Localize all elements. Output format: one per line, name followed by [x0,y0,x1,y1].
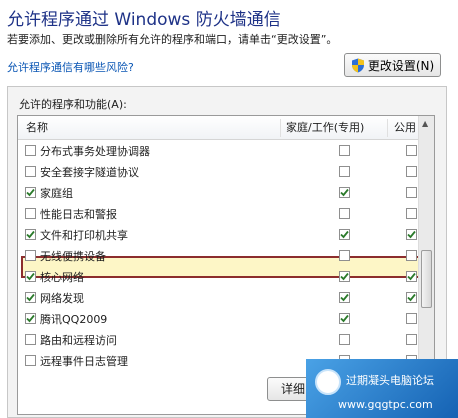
public-checkbox[interactable] [406,229,417,240]
program-enable-checkbox[interactable] [25,250,36,261]
program-name: 文件和打印机共享 [40,229,128,242]
home-work-checkbox[interactable] [339,145,350,156]
program-enable-checkbox[interactable] [25,313,36,324]
program-name: 腾讯QQ2009 [40,313,108,326]
list-item[interactable]: 性能日志和警报 [18,203,420,224]
program-name: 分布式事务处理协调器 [40,145,150,158]
list-item[interactable]: 网络发现 [18,287,420,308]
public-checkbox[interactable] [406,271,417,282]
program-enable-checkbox[interactable] [25,229,36,240]
program-name: 家庭组 [40,187,73,200]
uac-shield-icon [351,58,365,73]
watermark-url: www.gqgtpc.com [338,398,433,411]
watermark-logo-icon [315,369,341,395]
home-work-checkbox[interactable] [339,250,350,261]
scroll-up-arrow-icon[interactable]: ▲ [422,119,428,128]
list-item[interactable]: 路由和远程访问 [18,329,420,350]
program-enable-checkbox[interactable] [25,145,36,156]
page-title: 允许程序通过 Windows 防火墙通信 [7,10,281,30]
home-work-checkbox[interactable] [339,271,350,282]
program-name: 路由和远程访问 [40,334,117,347]
home-work-checkbox[interactable] [339,187,350,198]
list-item[interactable]: 核心网络 [18,266,420,287]
public-checkbox[interactable] [406,250,417,261]
home-work-checkbox[interactable] [339,313,350,324]
program-name: 性能日志和警报 [40,208,117,221]
program-name: 核心网络 [40,271,84,284]
public-checkbox[interactable] [406,187,417,198]
instructions-text: 若要添加、更改或删除所有允许的程序和端口，请单击“更改设置”。 [7,33,338,46]
public-checkbox[interactable] [406,166,417,177]
scrollbar-thumb[interactable] [421,250,432,308]
column-header-public[interactable]: 公用 [394,116,416,140]
program-enable-checkbox[interactable] [25,292,36,303]
program-enable-checkbox[interactable] [25,187,36,198]
change-settings-button[interactable]: 更改设置(N) [344,53,441,77]
home-work-checkbox[interactable] [339,166,350,177]
public-checkbox[interactable] [406,208,417,219]
program-enable-checkbox[interactable] [25,166,36,177]
program-name: 网络发现 [40,292,84,305]
list-item[interactable]: 腾讯QQ2009 [18,308,420,329]
list-item[interactable]: 无线便携设备 [18,245,420,266]
program-enable-checkbox[interactable] [25,334,36,345]
program-enable-checkbox[interactable] [25,271,36,282]
column-divider[interactable] [387,119,388,137]
program-name: 安全套接字隧道协议 [40,166,139,179]
risk-help-link[interactable]: 允许程序通信有哪些风险? [7,59,134,75]
list-header: 名称 家庭/工作(专用) 公用 [18,116,420,140]
list-item[interactable]: 安全套接字隧道协议 [18,161,420,182]
watermark-text: 过期凝头电脑论坛 [346,374,434,387]
list-item[interactable]: 文件和打印机共享 [18,224,420,245]
column-header-name[interactable]: 名称 [26,116,48,140]
home-work-checkbox[interactable] [339,334,350,345]
home-work-checkbox[interactable] [339,208,350,219]
program-name: 远程事件日志管理 [40,355,128,368]
allowed-programs-label: 允许的程序和功能(A): [19,98,127,111]
site-watermark: 过期凝头电脑论坛 www.gqgtpc.com [306,359,458,418]
program-enable-checkbox[interactable] [25,355,36,366]
change-settings-label: 更改设置(N) [367,58,435,73]
home-work-checkbox[interactable] [339,292,350,303]
public-checkbox[interactable] [406,313,417,324]
list-item[interactable]: 家庭组 [18,182,420,203]
public-checkbox[interactable] [406,292,417,303]
public-checkbox[interactable] [406,334,417,345]
program-name: 无线便携设备 [40,250,106,263]
list-item[interactable]: 分布式事务处理协调器 [18,140,420,161]
public-checkbox[interactable] [406,145,417,156]
home-work-checkbox[interactable] [339,229,350,240]
program-enable-checkbox[interactable] [25,208,36,219]
column-divider[interactable] [280,119,281,137]
